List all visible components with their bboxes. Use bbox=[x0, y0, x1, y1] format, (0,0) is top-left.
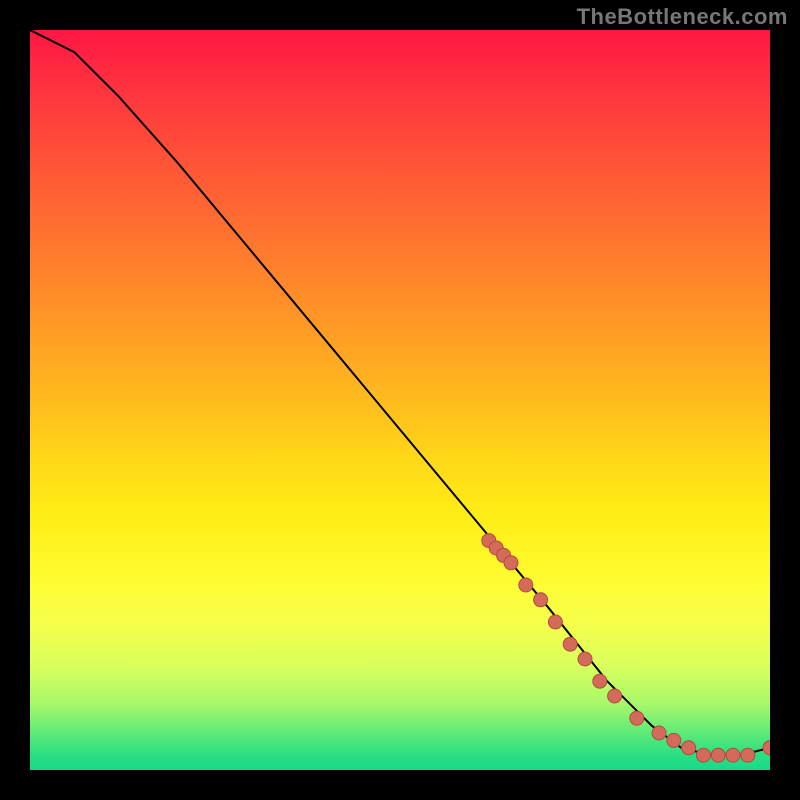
marker-point bbox=[763, 741, 770, 755]
marker-point bbox=[608, 689, 622, 703]
marker-point bbox=[726, 748, 740, 762]
marker-point bbox=[711, 748, 725, 762]
marker-point bbox=[682, 741, 696, 755]
marker-point bbox=[504, 556, 518, 570]
marker-point bbox=[519, 578, 533, 592]
plot-area bbox=[30, 30, 770, 770]
marker-point bbox=[696, 748, 710, 762]
attribution-label: TheBottleneck.com bbox=[577, 4, 788, 30]
highlighted-points bbox=[482, 534, 770, 763]
marker-point bbox=[741, 748, 755, 762]
marker-point bbox=[578, 652, 592, 666]
marker-point bbox=[563, 637, 577, 651]
marker-point bbox=[593, 674, 607, 688]
chart-frame: TheBottleneck.com bbox=[0, 0, 800, 800]
marker-point bbox=[630, 711, 644, 725]
bottleneck-curve bbox=[30, 30, 770, 755]
marker-point bbox=[667, 733, 681, 747]
marker-point bbox=[534, 593, 548, 607]
marker-point bbox=[548, 615, 562, 629]
marker-point bbox=[652, 726, 666, 740]
chart-overlay bbox=[30, 30, 770, 770]
